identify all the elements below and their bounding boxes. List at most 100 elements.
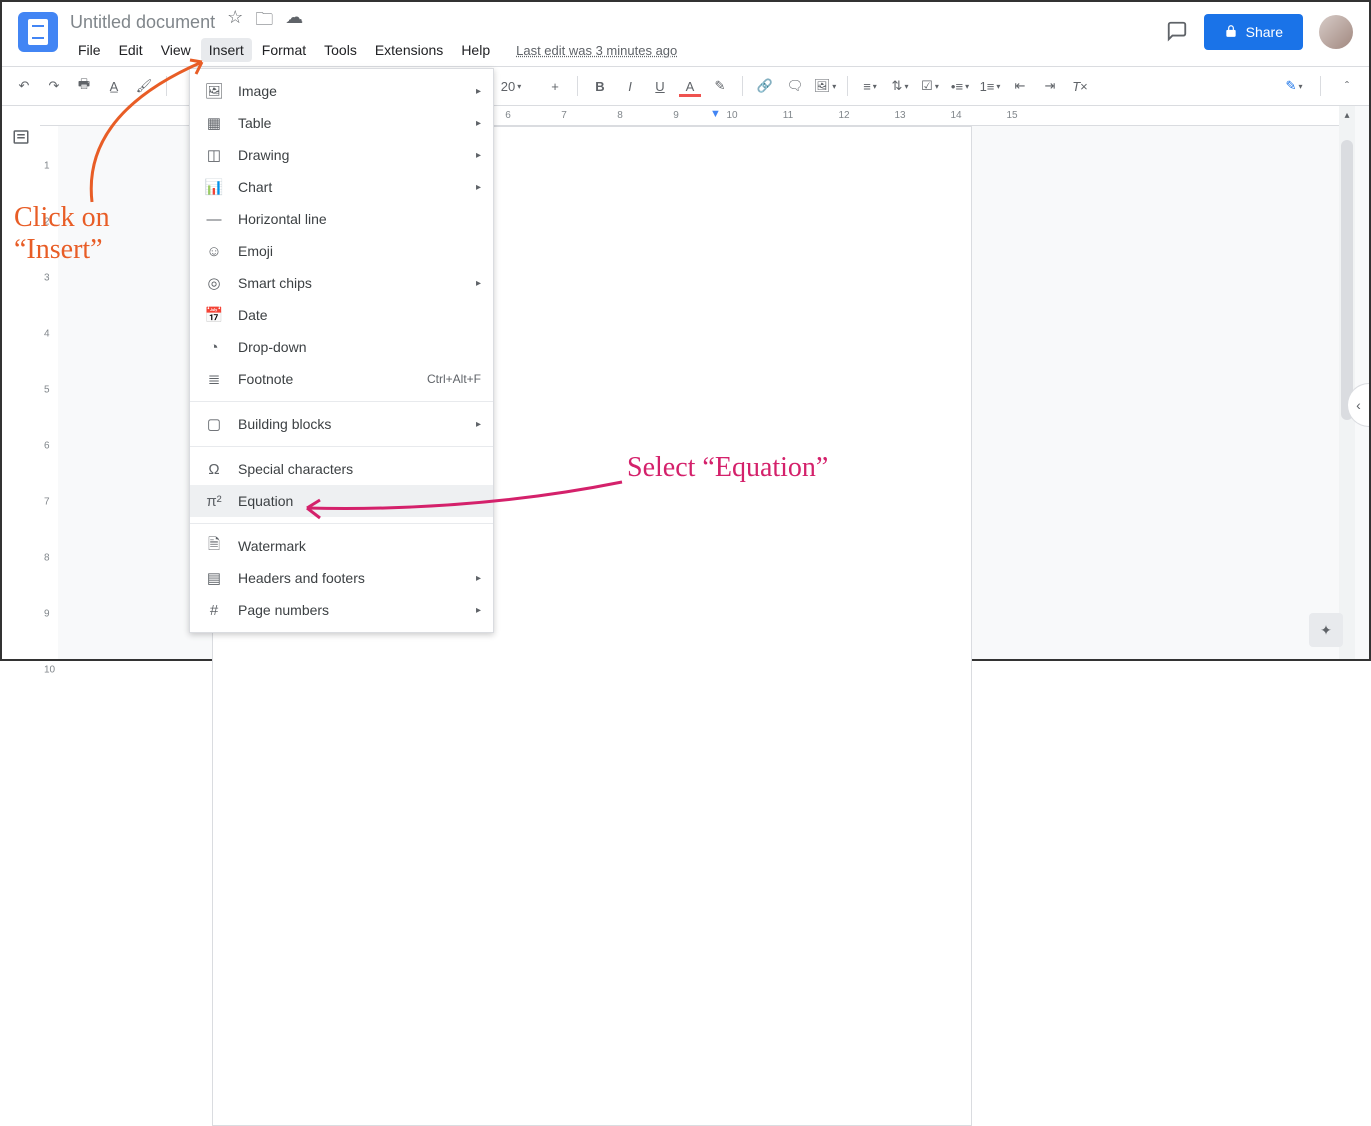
insert-building-blocks-label: Building blocks: [238, 416, 331, 432]
submenu-arrow-icon: ▸: [476, 605, 481, 616]
insert-headers-footers[interactable]: ▤ Headers and footers ▸: [190, 562, 493, 594]
headers-footers-icon: ▤: [204, 568, 224, 588]
insert-page-numbers-label: Page numbers: [238, 602, 329, 618]
outline-icon[interactable]: [12, 128, 30, 659]
text-color-icon[interactable]: A: [676, 72, 704, 100]
ruler-tick: 13: [894, 110, 905, 121]
insert-table-label: Table: [238, 115, 271, 131]
insert-watermark-label: Watermark: [238, 538, 306, 554]
insert-smart-chips-label: Smart chips: [238, 275, 312, 291]
star-icon[interactable]: ☆: [227, 7, 243, 37]
menu-edit[interactable]: Edit: [111, 38, 151, 62]
hr-icon: —: [204, 209, 224, 229]
image-insert-icon[interactable]: 🖼: [811, 72, 839, 100]
menu-tools[interactable]: Tools: [316, 38, 365, 62]
insert-footnote-label: Footnote: [238, 371, 293, 387]
checklist-icon[interactable]: ☑: [916, 72, 944, 100]
ruler-vertical[interactable]: 12345678910: [40, 126, 58, 659]
menu-separator: [190, 446, 493, 447]
footnote-icon: ≣: [204, 369, 224, 389]
insert-equation[interactable]: π² Equation: [190, 485, 493, 517]
insert-building-blocks[interactable]: ▢ Building blocks ▸: [190, 408, 493, 440]
cloud-status-icon[interactable]: ☁: [285, 7, 303, 37]
date-icon: 📅: [204, 305, 224, 325]
share-button[interactable]: Share: [1204, 14, 1303, 50]
bold-icon[interactable]: B: [586, 72, 614, 100]
scrollbar-vertical[interactable]: ▴: [1339, 106, 1355, 659]
insert-image-label: Image: [238, 83, 277, 99]
font-size-plus[interactable]: +: [541, 72, 569, 100]
comment-icon[interactable]: 🗨: [781, 72, 809, 100]
insert-table[interactable]: ▦ Table ▸: [190, 107, 493, 139]
paint-format-icon[interactable]: 🖌: [130, 72, 158, 100]
title-area: Untitled document ☆ 🗀 ☁ File Edit View I…: [70, 10, 677, 62]
menu-separator: [190, 401, 493, 402]
spellcheck-icon[interactable]: A̲: [100, 72, 128, 100]
ruler-vtick: 7: [44, 497, 50, 508]
ruler-tick: 7: [561, 110, 567, 121]
insert-emoji[interactable]: ☺ Emoji: [190, 235, 493, 267]
insert-dropdown-item[interactable]: ◔ Drop-down: [190, 331, 493, 363]
insert-dropdown-label: Drop-down: [238, 339, 306, 355]
ruler-vtick: 3: [44, 273, 50, 284]
menu-extensions[interactable]: Extensions: [367, 38, 451, 62]
ruler-tick: 6: [505, 110, 511, 121]
redo-icon[interactable]: ↷: [40, 72, 68, 100]
scroll-thumb[interactable]: [1341, 140, 1353, 420]
menu-help[interactable]: Help: [453, 38, 498, 62]
comments-icon[interactable]: [1166, 20, 1188, 45]
insert-chart[interactable]: 📊 Chart ▸: [190, 171, 493, 203]
equation-icon: π²: [204, 491, 224, 511]
left-gutter: [2, 106, 40, 659]
user-avatar[interactable]: [1319, 15, 1353, 49]
insert-image[interactable]: 🖼 Image ▸: [190, 75, 493, 107]
insert-page-numbers[interactable]: # Page numbers ▸: [190, 594, 493, 626]
submenu-arrow-icon: ▸: [476, 419, 481, 430]
ruler-tick: 8: [617, 110, 623, 121]
insert-emoji-label: Emoji: [238, 243, 273, 259]
link-icon[interactable]: 🔗: [751, 72, 779, 100]
document-title[interactable]: Untitled document: [70, 12, 215, 33]
line-spacing-icon[interactable]: ⇅: [886, 72, 914, 100]
ruler-vtick: 4: [44, 329, 50, 340]
explore-button[interactable]: ✦: [1309, 613, 1343, 647]
insert-horizontal-line[interactable]: — Horizontal line: [190, 203, 493, 235]
header-bar: Untitled document ☆ 🗀 ☁ File Edit View I…: [2, 2, 1369, 66]
menu-format[interactable]: Format: [254, 38, 314, 62]
italic-icon[interactable]: I: [616, 72, 644, 100]
collapse-toolbar-icon[interactable]: ˆ: [1333, 72, 1361, 100]
ruler-tick: 15: [1006, 110, 1017, 121]
insert-special-characters[interactable]: Ω Special characters: [190, 453, 493, 485]
submenu-arrow-icon: ▸: [476, 278, 481, 289]
ruler-vtick: 2: [44, 217, 50, 228]
indent-increase-icon[interactable]: ⇥: [1036, 72, 1064, 100]
menu-view[interactable]: View: [153, 38, 199, 62]
insert-drawing[interactable]: ◫ Drawing ▸: [190, 139, 493, 171]
docs-logo-icon[interactable]: [18, 12, 58, 52]
clear-format-icon[interactable]: T×: [1066, 72, 1094, 100]
underline-icon[interactable]: U: [646, 72, 674, 100]
editing-mode-icon[interactable]: ✎: [1280, 72, 1308, 100]
menu-file[interactable]: File: [70, 38, 109, 62]
insert-smart-chips[interactable]: ◎ Smart chips ▸: [190, 267, 493, 299]
menu-insert[interactable]: Insert: [201, 38, 252, 62]
ruler-tick: 9: [673, 110, 679, 121]
ruler-vtick: 10: [44, 665, 55, 676]
insert-watermark[interactable]: 🗎 Watermark: [190, 530, 493, 562]
insert-special-chars-label: Special characters: [238, 461, 353, 477]
ruler-tick: 10: [726, 110, 737, 121]
move-icon[interactable]: 🗀: [255, 7, 273, 37]
scroll-up-icon[interactable]: ▴: [1341, 108, 1353, 122]
indent-decrease-icon[interactable]: ⇤: [1006, 72, 1034, 100]
last-edit-link[interactable]: Last edit was 3 minutes ago: [516, 43, 677, 58]
insert-date[interactable]: 📅 Date: [190, 299, 493, 331]
emoji-icon: ☺: [204, 241, 224, 261]
highlight-icon[interactable]: ✎: [706, 72, 734, 100]
menu-separator: [190, 523, 493, 524]
undo-icon[interactable]: ↶: [10, 72, 38, 100]
insert-footnote[interactable]: ≣ Footnote Ctrl+Alt+F: [190, 363, 493, 395]
numbered-list-icon[interactable]: 1≡: [976, 72, 1004, 100]
print-icon[interactable]: 🖶: [70, 72, 98, 100]
bullet-list-icon[interactable]: •≡: [946, 72, 974, 100]
align-icon[interactable]: ≡: [856, 72, 884, 100]
